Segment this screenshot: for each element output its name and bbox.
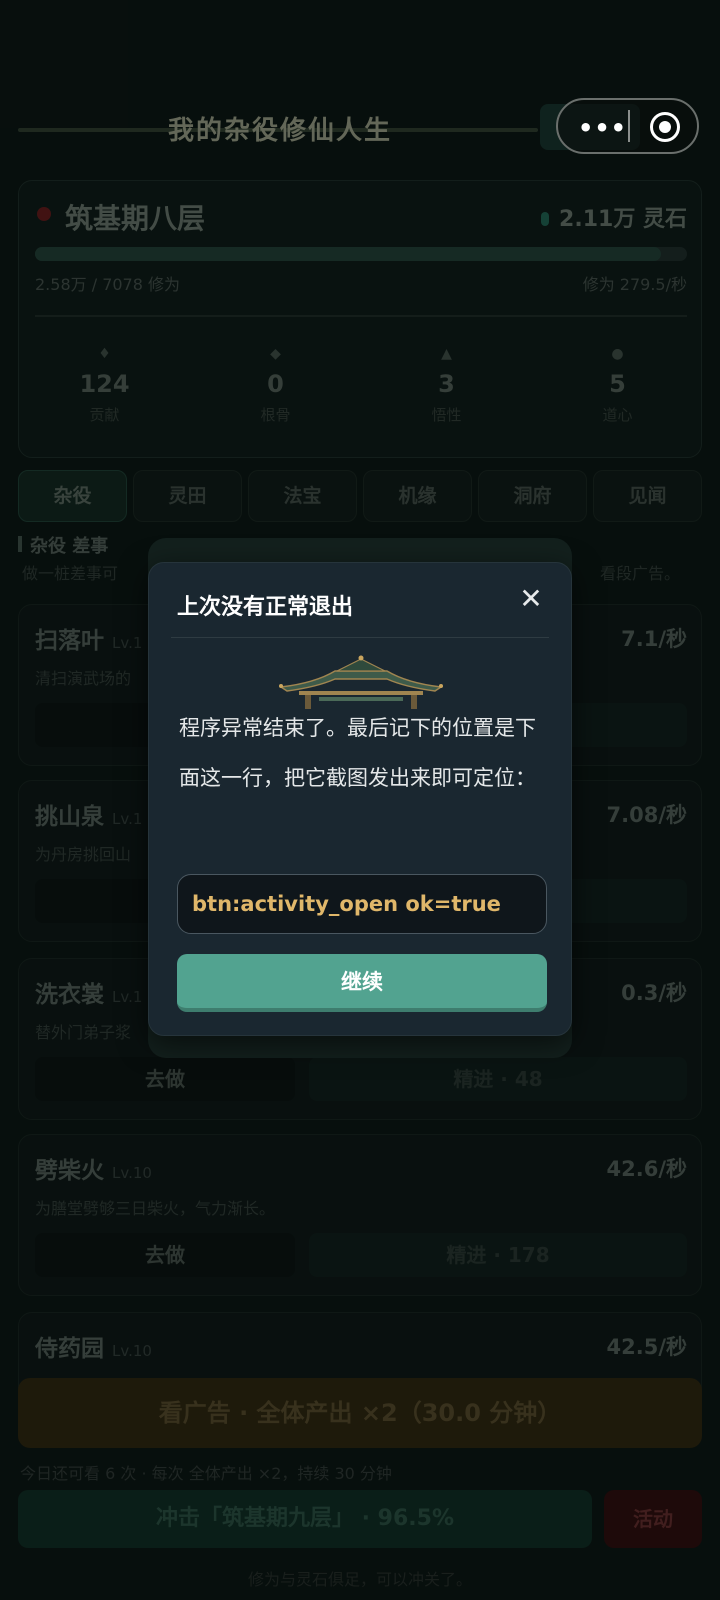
crash-dialog: 上次没有正常退出 ✕ 程序异常结束了。最后记下的位置是下面这一行，把它截图发出来… xyxy=(148,562,572,1036)
crash-location-code: btn:activity_open ok=true xyxy=(177,874,547,934)
continue-button[interactable]: 继续 xyxy=(177,954,547,1012)
miniprogram-capsule: ••• xyxy=(556,98,699,154)
close-miniprogram-icon[interactable] xyxy=(650,112,680,142)
dialog-message: 程序异常结束了。最后记下的位置是下面这一行，把它截图发出来即可定位： xyxy=(179,716,536,790)
dialog-title: 上次没有正常退出 xyxy=(177,595,354,620)
close-icon[interactable]: ✕ xyxy=(513,581,549,617)
more-icon[interactable]: ••• xyxy=(578,114,627,142)
dialog-divider xyxy=(171,637,549,638)
capsule-separator xyxy=(628,110,630,142)
